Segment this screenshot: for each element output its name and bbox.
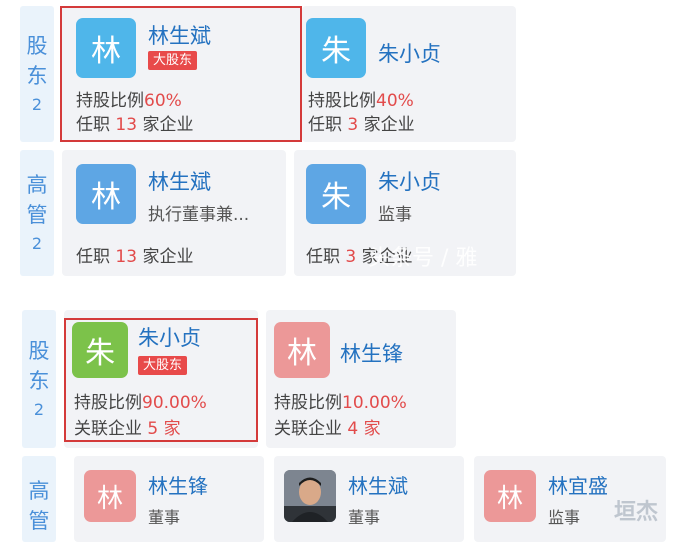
executive-card-1[interactable]: 林 林生斌 执行董事兼... 任职 13 家企业 <box>62 150 286 276</box>
side-char-1: 高 <box>28 479 50 503</box>
side-count: 2 <box>31 234 43 253</box>
side-char-1: 股 <box>28 339 50 363</box>
person-name[interactable]: 朱小贞 <box>378 38 441 68</box>
executive-card-2[interactable]: 林生斌 董事 <box>274 456 464 542</box>
avatar: 林 <box>76 164 136 224</box>
holding-ratio-label: 持股比例 <box>274 393 342 413</box>
role-text: 执行董事兼... <box>148 205 250 225</box>
role-text: 监事 <box>548 508 581 527</box>
side-count: 2 <box>33 400 45 419</box>
avatar: 林 <box>84 470 136 522</box>
role-text: 监事 <box>378 205 412 225</box>
job-count[interactable]: 任职 3 家企业 <box>308 110 415 135</box>
shareholder-side-label: 股 东 2 <box>22 310 56 448</box>
executive-side-label: 高 管 2 <box>20 150 54 276</box>
person-name[interactable]: 林生锋 <box>340 338 403 368</box>
side-char-2: 管 <box>26 203 48 227</box>
side-char-2: 东 <box>26 64 48 88</box>
related-label: 关联企业 <box>274 419 342 439</box>
holding-ratio: 持股比例10.00% <box>274 388 407 413</box>
person-photo <box>284 470 336 522</box>
person-name[interactable]: 林宜盛 <box>548 470 608 499</box>
shareholder-card-2[interactable]: 林 林生锋 持股比例10.00% 关联企业 4 家 <box>266 310 456 448</box>
watermark-text: 垣杰 <box>614 500 659 525</box>
avatar: 林 <box>484 470 536 522</box>
holding-ratio-value: 40% <box>376 91 414 111</box>
related-suffix: 家 <box>363 419 381 439</box>
job-prefix: 任职 <box>76 247 110 267</box>
shareholder-card-2[interactable]: 朱 朱小贞 持股比例40% 任职 3 家企业 <box>302 6 516 142</box>
job-suffix: 家企业 <box>363 115 415 135</box>
related-companies[interactable]: 关联企业 4 家 <box>274 414 381 439</box>
person-name[interactable]: 林生斌 <box>348 470 408 499</box>
portrait-image <box>284 470 336 522</box>
side-count: 2 <box>31 95 43 114</box>
role-text: 董事 <box>148 508 181 527</box>
role-text: 董事 <box>348 508 381 527</box>
person-name[interactable]: 林生锋 <box>148 470 208 499</box>
highlight-box <box>64 318 258 442</box>
job-suffix: 家企业 <box>142 247 194 267</box>
job-count-value: 13 <box>115 247 138 267</box>
holding-ratio-value: 10.00% <box>342 393 407 413</box>
job-count[interactable]: 任职 13 家企业 <box>76 242 193 267</box>
job-count-value: 3 <box>345 247 357 267</box>
side-char-2: 东 <box>28 369 50 393</box>
executive-card-1[interactable]: 林 林生锋 董事 <box>74 456 264 542</box>
watermark-text: 头条号 / 雅 <box>368 246 478 271</box>
related-count: 4 <box>347 419 359 439</box>
holding-ratio-label: 持股比例 <box>308 91 376 111</box>
highlight-box <box>60 6 302 142</box>
side-char-1: 高 <box>26 173 48 197</box>
person-name[interactable]: 朱小贞 <box>378 166 441 196</box>
avatar: 林 <box>274 322 330 378</box>
side-char-2: 管 <box>28 509 50 533</box>
executive-side-label: 高 管 <box>22 456 56 542</box>
person-name[interactable]: 林生斌 <box>148 166 211 196</box>
holding-ratio: 持股比例40% <box>308 86 414 111</box>
avatar: 朱 <box>306 18 366 78</box>
shareholder-side-label: 股 东 2 <box>20 6 54 142</box>
job-prefix: 任职 <box>306 247 340 267</box>
job-count-value: 3 <box>347 115 359 135</box>
side-char-1: 股 <box>26 34 48 58</box>
avatar: 朱 <box>306 164 366 224</box>
job-prefix: 任职 <box>308 115 342 135</box>
